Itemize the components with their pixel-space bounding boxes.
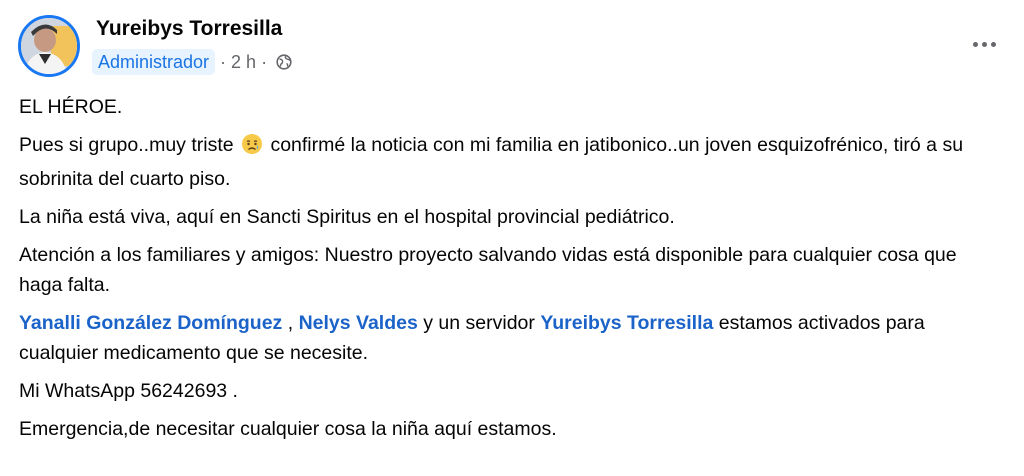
post-paragraph: Pues si grupo..muy triste confirmé la no… bbox=[19, 130, 979, 194]
post-text: Pues si grupo..muy triste bbox=[19, 134, 234, 156]
more-horizontal-icon bbox=[972, 41, 978, 47]
mention-link[interactable]: Nelys Valdes bbox=[299, 312, 418, 334]
post-paragraph: Emergencia,de necesitar cualquier cosa l… bbox=[19, 418, 557, 440]
post-paragraph: Mi WhatsApp 56242693 . bbox=[19, 380, 238, 402]
mention-link[interactable]: Yureibys Torresilla bbox=[540, 312, 713, 334]
more-options-button[interactable] bbox=[966, 28, 1002, 60]
sad-relieved-face-emoji bbox=[241, 133, 263, 164]
post-paragraph: La niña está viva, aquí en Sancti Spirit… bbox=[19, 206, 675, 228]
facebook-post: Yureibys Torresilla Administrador · 2 h … bbox=[0, 0, 1024, 476]
post-paragraph: EL HÉROE. bbox=[19, 96, 123, 118]
more-horizontal-icon-dot bbox=[981, 41, 987, 47]
more-horizontal-icon-dot bbox=[990, 41, 996, 47]
globe-icon[interactable] bbox=[276, 54, 292, 70]
author-name[interactable]: Yureibys Torresilla bbox=[96, 17, 282, 41]
post-paragraph: Yanalli González Domínguez , Nelys Valde… bbox=[19, 308, 979, 368]
role-badge[interactable]: Administrador bbox=[92, 49, 216, 75]
post-text: y un servidor bbox=[423, 312, 535, 334]
post-meta: Administrador · 2 h · bbox=[92, 49, 292, 75]
post-time[interactable]: 2 h bbox=[231, 52, 256, 73]
mention-link[interactable]: Yanalli González Domínguez bbox=[19, 312, 282, 334]
post-body: EL HÉROE. Pues si grupo..muy triste conf… bbox=[19, 92, 979, 452]
post-text: , bbox=[287, 312, 294, 334]
meta-separator: · bbox=[261, 51, 268, 72]
avatar[interactable] bbox=[18, 15, 80, 77]
meta-separator: · bbox=[220, 51, 227, 72]
post-paragraph: Atención a los familiares y amigos: Nues… bbox=[19, 244, 957, 296]
avatar-image bbox=[21, 18, 77, 74]
